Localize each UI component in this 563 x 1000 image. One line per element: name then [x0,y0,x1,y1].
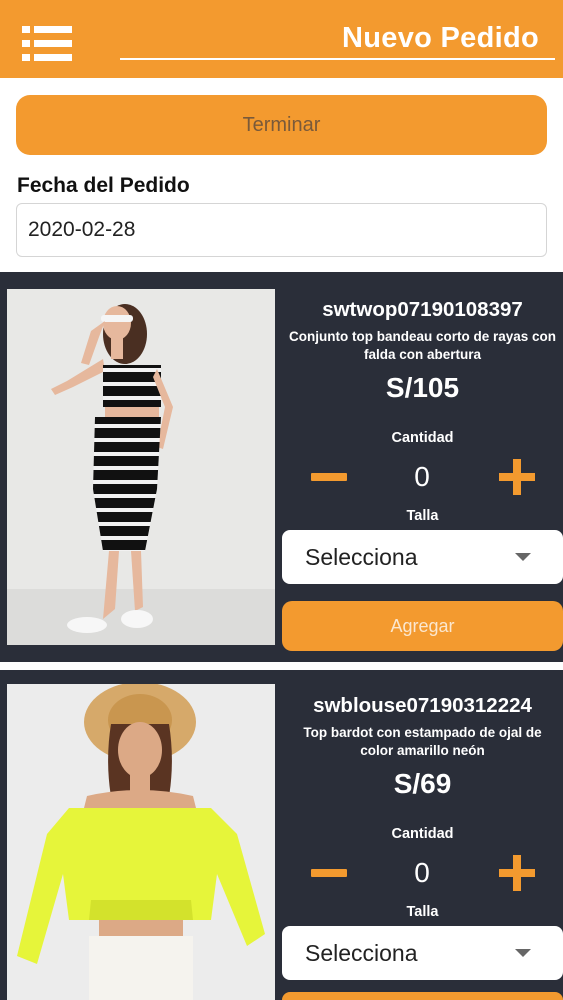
quantity-label: Cantidad [391,430,454,446]
product-image [7,684,275,1000]
card-divider [0,662,563,670]
chevron-down-icon [515,949,531,957]
size-select[interactable]: Selecciona [282,530,563,584]
decrease-quantity-button[interactable] [309,853,349,893]
decrease-quantity-button[interactable] [309,457,349,497]
product-card: swblouse07190312224 Top bardot con estam… [0,670,563,1000]
quantity-section: Cantidad [282,826,563,842]
size-label: Talla [406,904,439,920]
product-info: swblouse07190312224 Top bardot con estam… [282,694,563,800]
quantity-label: Cantidad [391,826,454,842]
size-section: Talla [282,508,563,528]
add-to-order-button[interactable] [282,992,563,1000]
page-title: Nuevo Pedido [342,22,539,54]
app-bar: Nuevo Pedido [0,0,563,78]
product-card: swtwop07190108397 Conjunto top bandeau c… [0,272,563,662]
size-select-wrapper: Selecciona [282,926,563,980]
quantity-value: 0 [414,461,430,492]
size-section: Talla [282,904,563,924]
add-to-order-button[interactable]: Agregar [282,601,563,651]
finish-button[interactable]: Terminar [16,95,547,155]
product-description: Top bardot con estampado de ojal de colo… [303,725,542,758]
quantity-stepper: 0 [282,457,563,497]
product-price: S/69 [393,768,452,799]
quantity-value: 0 [414,857,430,888]
increase-quantity-button[interactable] [497,853,537,893]
product-image [7,289,275,645]
quantity-section: Cantidad [282,430,563,446]
product-info: swtwop07190108397 Conjunto top bandeau c… [282,298,563,404]
size-select-value: Selecciona [305,939,418,966]
product-description: Conjunto top bandeau corto de rayas con … [288,329,557,362]
add-section [282,992,563,1000]
product-sku: swtwop07190108397 [322,298,523,321]
product-price: S/105 [385,372,460,403]
hamburger-list-icon[interactable] [22,24,74,64]
size-select[interactable]: Selecciona [282,926,563,980]
size-label: Talla [406,508,439,524]
chevron-down-icon [515,553,531,561]
add-section: Agregar [282,601,563,651]
size-select-value: Selecciona [305,543,418,570]
title-underline [120,58,555,60]
order-date-label: Fecha del Pedido [17,174,190,197]
size-select-wrapper: Selecciona [282,530,563,584]
product-sku: swblouse07190312224 [313,694,532,717]
quantity-stepper: 0 [282,853,563,893]
order-date-field[interactable]: 2020-02-28 [16,203,547,257]
increase-quantity-button[interactable] [497,457,537,497]
